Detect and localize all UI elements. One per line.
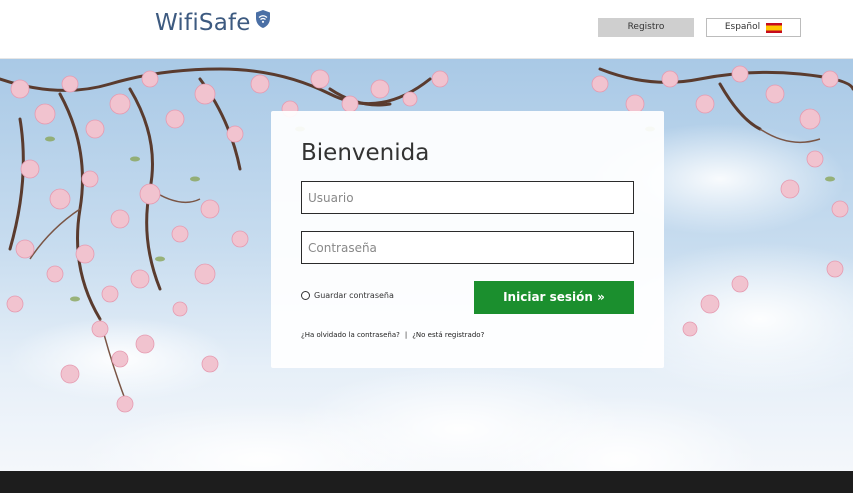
register-button[interactable]: Registro bbox=[598, 18, 694, 37]
remember-password-label: Guardar contraseña bbox=[314, 291, 394, 300]
welcome-heading: Bienvenida bbox=[301, 140, 430, 166]
help-links: ¿Ha olvidado la contraseña? | ¿No está r… bbox=[301, 331, 484, 339]
wifisafe-logo[interactable]: WifiSafe bbox=[155, 9, 271, 37]
login-card: Bienvenida Guardar contraseña Iniciar se… bbox=[271, 111, 664, 368]
shield-wifi-icon bbox=[255, 9, 271, 33]
not-registered-link[interactable]: ¿No está registrado? bbox=[412, 331, 484, 339]
footer-bar bbox=[0, 471, 853, 493]
radio-button-icon[interactable] bbox=[301, 291, 310, 300]
spain-flag-icon bbox=[766, 22, 783, 33]
language-label: Español bbox=[724, 22, 761, 32]
password-input[interactable] bbox=[301, 231, 634, 264]
top-header: WifiSafe Registro Español bbox=[0, 0, 853, 59]
link-separator: | bbox=[404, 331, 408, 339]
language-selector[interactable]: Español bbox=[706, 18, 801, 37]
login-button[interactable]: Iniciar sesión » bbox=[474, 281, 634, 314]
username-input[interactable] bbox=[301, 181, 634, 214]
forgot-password-link[interactable]: ¿Ha olvidado la contraseña? bbox=[301, 331, 400, 339]
remember-password-option[interactable]: Guardar contraseña bbox=[301, 291, 394, 300]
logo-text: WifiSafe bbox=[155, 10, 251, 36]
